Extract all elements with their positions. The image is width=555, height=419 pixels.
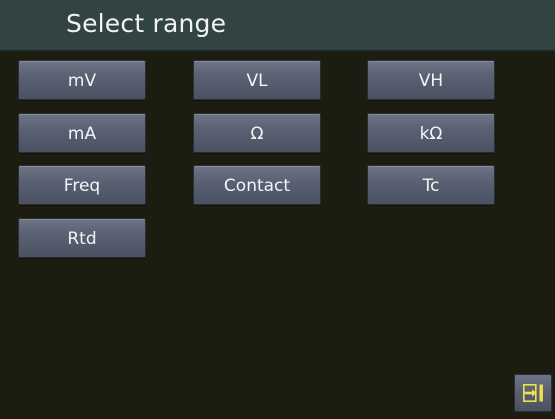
select-range-screen: Select range mV VL VH mA Ω kΩ Freq Conta… xyxy=(0,0,555,419)
range-button-contact[interactable]: Contact xyxy=(193,165,321,205)
header-bar: Select range xyxy=(0,0,555,52)
range-button-ma[interactable]: mA xyxy=(18,113,146,153)
page-title: Select range xyxy=(66,9,227,38)
range-button-vh[interactable]: VH xyxy=(367,60,495,100)
exit-button[interactable] xyxy=(514,374,552,412)
range-button-kohm[interactable]: kΩ xyxy=(367,113,495,153)
range-button-tc[interactable]: Tc xyxy=(367,165,495,205)
range-button-rtd[interactable]: Rtd xyxy=(18,218,146,258)
range-button-vl[interactable]: VL xyxy=(193,60,321,100)
range-button-ohm[interactable]: Ω xyxy=(193,113,321,153)
range-button-freq[interactable]: Freq xyxy=(18,165,146,205)
range-button-mv[interactable]: mV xyxy=(18,60,146,100)
exit-icon xyxy=(523,384,543,402)
